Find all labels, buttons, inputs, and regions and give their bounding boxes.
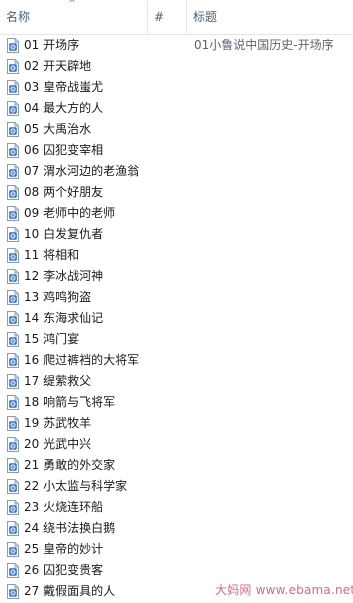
audio-file-icon	[7, 143, 19, 158]
file-name: 04 最大方的人	[24, 101, 104, 115]
watermark: 大妈网 www.ebama.net	[215, 583, 353, 597]
audio-file-icon	[7, 563, 19, 578]
file-name: 02 开天辟地	[24, 59, 92, 73]
column-header-number-label: #	[154, 10, 165, 24]
file-name: 13 鸡鸣狗盗	[24, 290, 92, 304]
file-name: 06 囚犯变宰相	[24, 143, 104, 157]
file-name: 19 苏武牧羊	[24, 416, 92, 430]
audio-file-icon	[7, 122, 19, 137]
file-name: 01 开场序	[24, 38, 80, 52]
audio-file-icon	[7, 458, 19, 473]
audio-file-icon	[7, 542, 19, 557]
column-header-name-label: 名称	[6, 10, 31, 24]
file-list: 01 开场序 01小鲁说中国历史-开场序 02 开天辟地 03 皇帝战蚩尤 04 最大方…	[0, 35, 353, 602]
file-row[interactable]: 18 响箭与飞将军	[0, 392, 353, 413]
file-name: 26 囚犯变贵客	[24, 563, 104, 577]
file-row[interactable]: 16 爬过裤裆的大将军	[0, 350, 353, 371]
audio-file-icon	[7, 206, 19, 221]
file-name: 23 火烧连环船	[24, 500, 104, 514]
file-name: 09 老师中的老师	[24, 206, 116, 220]
file-row[interactable]: 22 小太监与科学家	[0, 476, 353, 497]
file-row[interactable]: 25 皇帝的妙计	[0, 539, 353, 560]
file-row[interactable]: 07 渭水河边的老渔翁	[0, 161, 353, 182]
file-row[interactable]: 09 老师中的老师	[0, 203, 353, 224]
file-row[interactable]: 17 缇萦救父	[0, 371, 353, 392]
file-name: 12 李冰战河神	[24, 269, 104, 283]
file-row[interactable]: 01 开场序 01小鲁说中国历史-开场序	[0, 35, 353, 56]
file-name: 10 白发复仇者	[24, 227, 104, 241]
file-row[interactable]: 10 白发复仇者	[0, 224, 353, 245]
file-name: 07 渭水河边的老渔翁	[24, 164, 140, 178]
file-title: 01小鲁说中国历史-开场序	[194, 38, 334, 52]
file-row[interactable]: 08 两个好朋友	[0, 182, 353, 203]
audio-file-icon	[7, 227, 19, 242]
file-name: 20 光武中兴	[24, 437, 92, 451]
audio-file-icon	[7, 311, 19, 326]
file-name: 05 大禹治水	[24, 122, 92, 136]
audio-file-icon	[7, 521, 19, 536]
file-name: 21 勇敢的外交家	[24, 458, 116, 472]
audio-file-icon	[7, 437, 19, 452]
file-row[interactable]: 13 鸡鸣狗盗	[0, 287, 353, 308]
audio-file-icon	[7, 416, 19, 431]
audio-file-icon	[7, 248, 19, 263]
file-row[interactable]: 24 绕书法换白鹅	[0, 518, 353, 539]
file-row[interactable]: 15 鸿门宴	[0, 329, 353, 350]
audio-file-icon	[7, 500, 19, 515]
column-header-bar: 名称 ^ # 标题	[0, 0, 353, 35]
audio-file-icon	[7, 164, 19, 179]
file-row[interactable]: 02 开天辟地	[0, 56, 353, 77]
audio-file-icon	[7, 374, 19, 389]
audio-file-icon	[7, 395, 19, 410]
file-name: 16 爬过裤裆的大将军	[24, 353, 140, 367]
column-header-title-label: 标题	[193, 10, 218, 24]
file-row[interactable]: 21 勇敢的外交家	[0, 455, 353, 476]
file-name: 03 皇帝战蚩尤	[24, 80, 104, 94]
audio-file-icon	[7, 38, 19, 53]
file-row[interactable]: 03 皇帝战蚩尤	[0, 77, 353, 98]
file-row[interactable]: 14 东海求仙记	[0, 308, 353, 329]
file-row[interactable]: 04 最大方的人	[0, 98, 353, 119]
file-row[interactable]: 11 将相和	[0, 245, 353, 266]
file-name: 14 东海求仙记	[24, 311, 104, 325]
audio-file-icon	[7, 290, 19, 305]
audio-file-icon	[7, 479, 19, 494]
audio-file-icon	[7, 101, 19, 116]
file-name: 08 两个好朋友	[24, 185, 104, 199]
file-row[interactable]: 05 大禹治水	[0, 119, 353, 140]
audio-file-icon	[7, 269, 19, 284]
sort-ascending-icon: ^	[68, 0, 76, 9]
file-name: 15 鸿门宴	[24, 332, 80, 346]
file-row[interactable]: 20 光武中兴	[0, 434, 353, 455]
audio-file-icon	[7, 185, 19, 200]
file-row[interactable]: 26 囚犯变贵客	[0, 560, 353, 581]
audio-file-icon	[7, 353, 19, 368]
audio-file-icon	[7, 59, 19, 74]
file-row[interactable]: 12 李冰战河神	[0, 266, 353, 287]
file-name: 11 将相和	[24, 248, 80, 262]
file-row[interactable]: 06 囚犯变宰相	[0, 140, 353, 161]
file-name: 17 缇萦救父	[24, 374, 92, 388]
audio-file-icon	[7, 80, 19, 95]
file-name: 25 皇帝的妙计	[24, 542, 104, 556]
column-header-number[interactable]: #	[147, 0, 185, 34]
audio-file-icon	[7, 332, 19, 347]
file-name: 27 戴假面具的人	[24, 584, 116, 598]
file-row[interactable]: 23 火烧连环船	[0, 497, 353, 518]
file-row[interactable]: 19 苏武牧羊	[0, 413, 353, 434]
file-name: 18 响箭与飞将军	[24, 395, 116, 409]
file-name: 24 绕书法换白鹅	[24, 521, 116, 535]
column-header-title[interactable]: 标题	[186, 0, 353, 34]
audio-file-icon	[7, 584, 19, 599]
file-name: 22 小太监与科学家	[24, 479, 128, 493]
